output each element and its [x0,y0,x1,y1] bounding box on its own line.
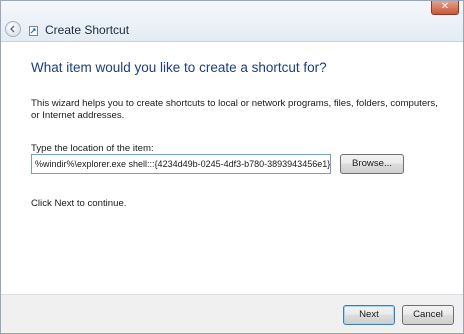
browse-button[interactable]: Browse... [340,154,404,174]
wizard-content: What item would you like to create a sho… [1,42,463,295]
cancel-button[interactable]: Cancel [402,305,454,325]
dialog-footer: Next Cancel [1,294,463,333]
next-button[interactable]: Next [343,305,395,325]
wizard-heading: What item would you like to create a sho… [31,60,327,75]
location-input[interactable]: %windir%\explorer.exe shell:::{4234d49b-… [31,154,331,174]
window-title: Create Shortcut [45,23,130,37]
back-button[interactable] [5,21,21,37]
continue-hint: Click Next to continue. [31,198,127,209]
close-button[interactable]: ✕ [431,1,459,15]
shortcut-icon [29,26,38,36]
location-value: %windir%\explorer.exe shell:::{4234d49b-… [35,159,331,169]
create-shortcut-dialog: Create Shortcut ✕ What item would you li… [0,0,464,334]
title-bar: Create Shortcut ✕ [1,1,463,42]
wizard-description: This wizard helps you to create shortcut… [31,98,438,121]
back-arrow-icon [10,25,15,33]
location-label: Type the location of the item: [31,143,154,154]
